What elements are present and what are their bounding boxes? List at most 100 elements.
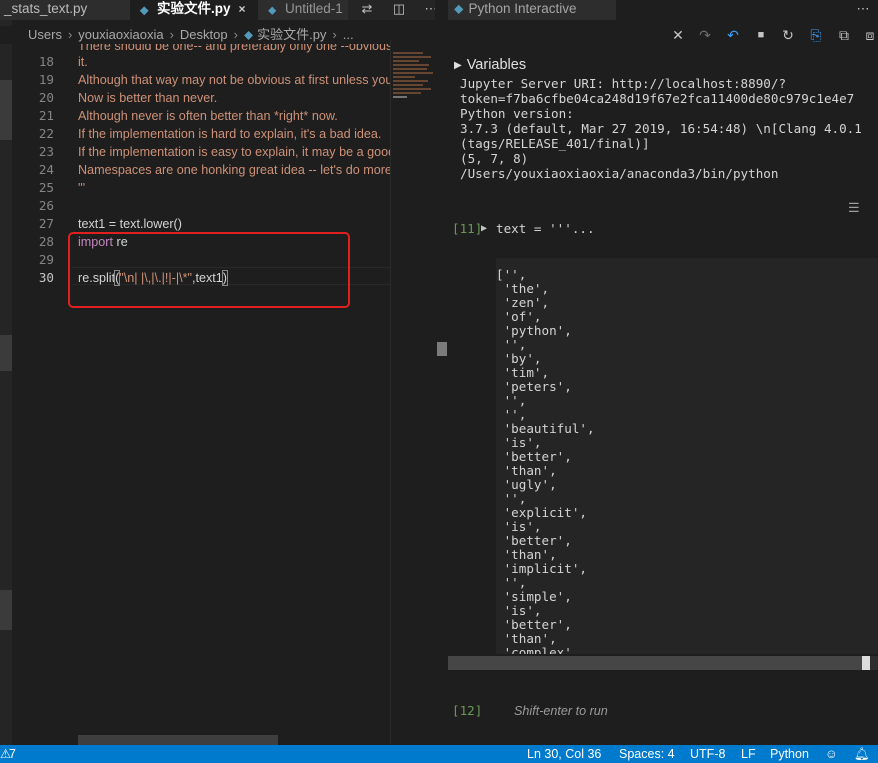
output-line: 'python', [496, 323, 572, 338]
redo-icon[interactable]: ↷ [695, 26, 715, 44]
output-line: 'ugly', [496, 477, 557, 492]
output-line: 'by', [496, 351, 542, 366]
pane-splitter[interactable] [435, 0, 448, 745]
output-line: 'explicit', [496, 505, 587, 520]
breadcrumb: Users › youxiaoxiaoxia › Desktop › ⬥ 实验文件.py ›..… [0, 26, 436, 44]
chevron-right-icon[interactable]: ▶ [481, 220, 487, 238]
code-line: 21 Although never is often better than *r… [38, 108, 338, 123]
output-line: 'than', [496, 463, 557, 478]
output-line: 'is', [496, 603, 542, 618]
python-interactive-pane: ⬥ Python Interactive ⋯ ✕ ↷ ↶ ■ ↻ ⎘ ⧉ ⧈ ▶ V… [448, 0, 878, 745]
output-line: 'simple', [496, 589, 572, 604]
problems-count[interactable]: 7 [9, 745, 16, 763]
tab-label: Python Interactive [468, 1, 577, 16]
scrollbar-thumb[interactable] [448, 656, 870, 670]
output-line: '', [496, 407, 527, 422]
export-icon[interactable]: ⎘ [806, 26, 826, 44]
code-line: 22 If the implementation is hard to expla… [38, 126, 382, 141]
output-line: 'better', [496, 449, 572, 464]
output-line: 'the', [496, 281, 550, 296]
bell-icon[interactable]: 🔔︎ [854, 745, 870, 763]
indentation[interactable]: Spaces: 4 [619, 745, 675, 763]
tab-label: Untitled-1 [285, 1, 343, 16]
output-line: 'better', [496, 533, 572, 548]
output-line: '', [496, 575, 527, 590]
stop-icon[interactable]: ■ [751, 26, 771, 44]
code-line: 27 text1 = text.lower() [38, 216, 182, 231]
output-line: 'than', [496, 547, 557, 562]
clear-all-icon[interactable]: ✕ [668, 26, 688, 44]
python-file-icon: ⬥ [268, 3, 277, 17]
code-line: 18 it. [38, 54, 88, 69]
tab-untitled[interactable]: ⬥ Untitled-1 [258, 0, 348, 20]
git-compare-icon[interactable]: ⇄ [356, 0, 378, 20]
output-line: 'than', [496, 631, 557, 646]
close-icon[interactable]: × [239, 0, 246, 18]
smiley-icon[interactable]: ☺ [825, 745, 838, 763]
tab-stats-text[interactable]: _stats_text.py [0, 0, 130, 20]
output-line: '', [496, 337, 527, 352]
more-icon[interactable]: ⋯ [852, 0, 874, 20]
breadcrumb-item[interactable]: Desktop [180, 27, 228, 42]
output-line: '', [496, 393, 527, 408]
tab-label: _stats_text.py [4, 1, 88, 16]
tab-active-file[interactable]: ⬥ 实验文件.py × [130, 0, 258, 20]
cell-output: ['', 'the', 'zen', 'of', 'python', '', '… [496, 258, 878, 654]
output-line: 'is', [496, 435, 542, 450]
breadcrumb-item[interactable]: ... [343, 27, 354, 42]
interactive-toolbar: ✕ ↷ ↶ ■ ↻ ⎘ ⧉ ⧈ [448, 26, 878, 44]
word-wrap-icon[interactable]: ☰ [848, 200, 860, 216]
status-bar: ⚠ 7 Ln 30, Col 36 Spaces: 4 UTF-8 LF Pyt… [0, 745, 878, 763]
output-line: 'complex', [496, 645, 580, 655]
breadcrumb-item[interactable]: Users [28, 27, 62, 42]
breadcrumb-item[interactable]: youxiaoxiaoxia [78, 27, 163, 42]
execution-count: [11] [452, 221, 483, 236]
output-line: '', [496, 491, 527, 506]
output-line: 'of', [496, 309, 542, 324]
horizontal-scrollbar[interactable] [448, 656, 878, 670]
language-mode[interactable]: Python [770, 745, 809, 763]
breadcrumb-item[interactable]: 实验文件.py [257, 27, 326, 42]
chevron-right-icon: ▶ [454, 60, 462, 71]
execution-count: [12] [452, 703, 483, 718]
cursor-position[interactable]: Ln 30, Col 36 [527, 745, 601, 763]
output-line: 'tim', [496, 365, 550, 380]
undo-icon[interactable]: ↶ [723, 26, 743, 44]
code-line: 26 [38, 198, 54, 213]
output-line: 'better', [496, 617, 572, 632]
variables-label: Variables [466, 57, 527, 73]
collapse-all-icon[interactable]: ⧉ [834, 26, 854, 44]
output-line: 'zen', [496, 295, 550, 310]
python-file-icon: ⬥ [454, 1, 464, 16]
variables-toggle[interactable]: ▶ Variables [454, 56, 526, 74]
code-line: 24 Namespaces are one honking great idea … [38, 162, 390, 177]
highlight-annotation-box [68, 232, 350, 308]
tab-label: 实验文件.py [157, 1, 231, 16]
restart-icon[interactable]: ↻ [778, 26, 798, 44]
code-line: 19 Although that way may not be obvious a… [38, 72, 390, 87]
code-line: 25 ''' [38, 180, 86, 195]
input-hint: Shift-enter to run [514, 704, 608, 718]
minimap[interactable] [390, 40, 437, 745]
split-editor-icon[interactable]: ◫ [388, 0, 410, 20]
scrollbar-end [862, 656, 870, 670]
output-list: ['', 'the', 'zen', 'of', 'python', '', '… [496, 267, 595, 655]
splitter-handle[interactable] [437, 342, 447, 356]
output-line: 'beautiful', [496, 421, 595, 436]
expand-all-icon[interactable]: ⧈ [860, 26, 878, 44]
python-file-icon: ⬥ [243, 27, 254, 42]
encoding[interactable]: UTF-8 [690, 745, 725, 763]
end-of-line[interactable]: LF [741, 745, 756, 763]
editor-tab-bar: _stats_text.py ⬥ 实验文件.py × ⬥ Untitled-1 ⇄ ◫… [0, 0, 438, 20]
output-line: 'implicit', [496, 561, 587, 576]
python-file-icon: ⬥ [140, 3, 149, 17]
code-line: 23 If the implementation is easy to expla… [38, 144, 390, 159]
code-editor[interactable]: There should be one-- and preferably onl… [0, 42, 390, 732]
output-line: 'peters', [496, 379, 572, 394]
sys-info-output: Jupyter Server URI: http://localhost:889… [460, 76, 862, 181]
tab-python-interactive[interactable]: ⬥ Python Interactive [448, 0, 616, 20]
horizontal-scrollbar[interactable] [78, 735, 278, 745]
cell-source: text = '''... [496, 221, 595, 236]
code-line: 20 Now is better than never. [38, 90, 218, 105]
output-line: ['', [496, 267, 527, 282]
